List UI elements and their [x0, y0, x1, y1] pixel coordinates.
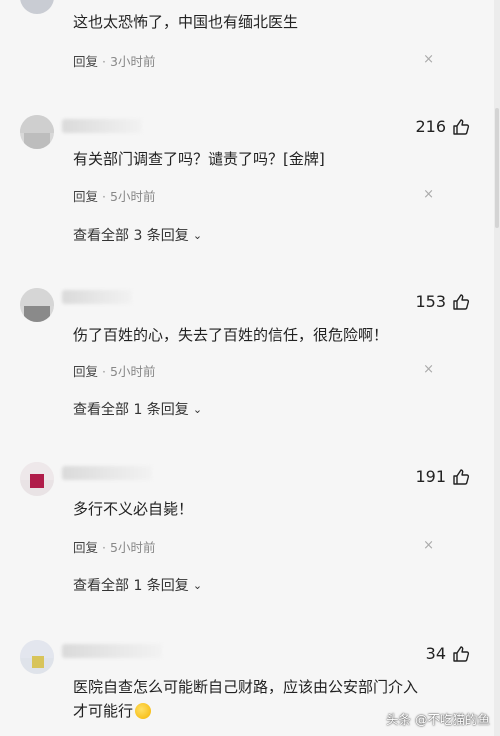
reply-button[interactable]: 回复: [73, 364, 98, 379]
close-icon[interactable]: ×: [423, 187, 434, 202]
timestamp: 5小时前: [110, 540, 156, 555]
close-icon[interactable]: ×: [423, 538, 434, 553]
chevron-down-icon: ⌄: [192, 403, 203, 416]
reply-button[interactable]: 回复: [73, 54, 98, 69]
username-blurred[interactable]: [62, 466, 152, 480]
like-count[interactable]: 34: [426, 644, 446, 663]
like-count[interactable]: 216: [415, 117, 446, 136]
avatar[interactable]: [20, 462, 54, 496]
watermark: 头条 @不吃猫的鱼: [386, 712, 490, 727]
like-count[interactable]: 191: [415, 467, 446, 486]
comment-text: 有关部门调查了吗？谴责了吗？[金牌]: [73, 150, 325, 168]
scrollbar-thumb[interactable]: [495, 108, 499, 228]
reply-button[interactable]: 回复: [73, 540, 98, 555]
view-replies-button[interactable]: 查看全部 1 条回复 ⌄: [73, 575, 202, 595]
view-replies-label: 查看全部 3 条回复: [73, 228, 189, 244]
reply-button[interactable]: 回复: [73, 189, 98, 204]
comment-text: 这也太恐怖了，中国也有缅北医生: [73, 13, 299, 31]
thumbs-up-icon[interactable]: [452, 118, 470, 136]
view-replies-button[interactable]: 查看全部 1 条回复 ⌄: [73, 399, 202, 419]
comment-text-line: 医院自查怎么可能断自己财路，应该由公安部门介入: [73, 678, 419, 696]
timestamp: 5小时前: [110, 364, 156, 379]
close-icon[interactable]: ×: [423, 362, 434, 377]
username-blurred[interactable]: [62, 290, 132, 304]
comment-meta: 回复 · 5小时前: [73, 364, 156, 379]
thumbs-up-icon[interactable]: [452, 645, 470, 663]
chevron-down-icon: ⌄: [192, 579, 203, 592]
comment-meta: 回复 · 3小时前: [73, 54, 156, 69]
scrollbar[interactable]: [494, 0, 500, 736]
username-blurred[interactable]: [62, 119, 142, 133]
like-count[interactable]: 153: [415, 292, 446, 311]
view-replies-label: 查看全部 1 条回复: [73, 402, 189, 418]
laughing-emoji-icon: [135, 703, 152, 719]
avatar[interactable]: [20, 0, 54, 14]
avatar[interactable]: [20, 288, 54, 322]
view-replies-label: 查看全部 1 条回复: [73, 578, 189, 594]
view-replies-button[interactable]: 查看全部 3 条回复 ⌄: [73, 225, 202, 245]
comment-text: 伤了百姓的心，失去了百姓的信任，很危险啊！: [73, 326, 389, 344]
comment-text: 多行不义必自毙！: [73, 500, 194, 518]
comment-meta: 回复 · 5小时前: [73, 189, 156, 204]
avatar[interactable]: [20, 115, 54, 149]
username-blurred[interactable]: [62, 644, 162, 658]
thumbs-up-icon[interactable]: [452, 293, 470, 311]
timestamp: 3小时前: [110, 54, 156, 69]
close-icon[interactable]: ×: [423, 52, 434, 67]
timestamp: 5小时前: [110, 189, 156, 204]
avatar[interactable]: [20, 640, 54, 674]
comment-meta: 回复 · 5小时前: [73, 540, 156, 555]
chevron-down-icon: ⌄: [192, 229, 203, 242]
thumbs-up-icon[interactable]: [452, 468, 470, 486]
